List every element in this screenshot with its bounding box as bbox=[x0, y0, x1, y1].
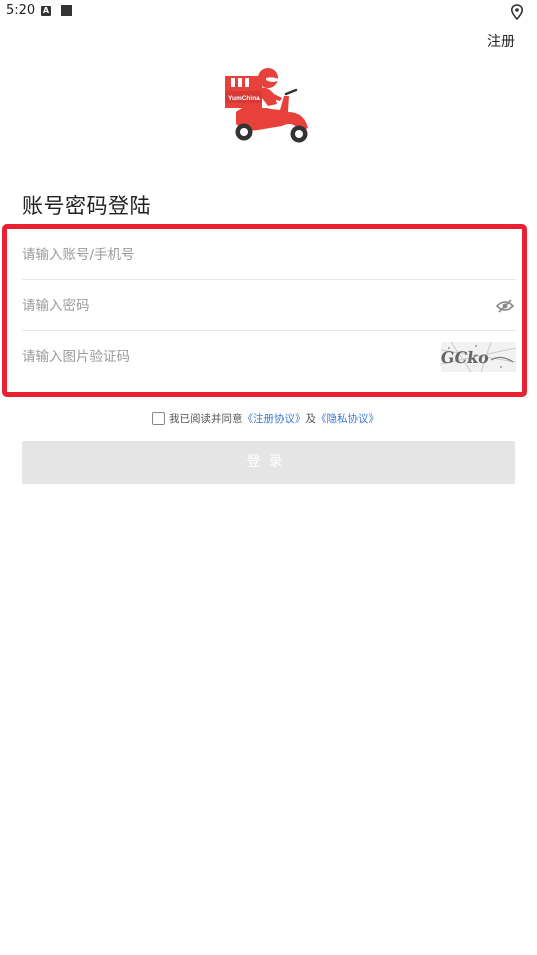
status-time: 5:20 bbox=[6, 3, 36, 18]
status-bar: 5:20 A bbox=[0, 0, 537, 24]
agree-checkbox[interactable] bbox=[152, 412, 165, 425]
agree-prefix: 我已阅读并同意 bbox=[169, 413, 243, 425]
privacy-agreement-link[interactable]: 《隐私协议》 bbox=[316, 413, 379, 425]
agree-and: 及 bbox=[305, 413, 317, 425]
captcha-field-row: GCko bbox=[22, 332, 516, 382]
register-agreement-link[interactable]: 《注册协议》 bbox=[243, 413, 306, 425]
login-button[interactable]: 登录 bbox=[22, 441, 515, 484]
register-link[interactable]: 注册 bbox=[487, 31, 515, 51]
account-field-row bbox=[22, 230, 516, 280]
agreement-text: 我已阅读并同意《注册协议》及《隐私协议》 bbox=[169, 411, 379, 426]
delivery-scooter-logo: YumChina bbox=[225, 68, 308, 143]
captcha-image[interactable]: GCko bbox=[441, 342, 516, 372]
captcha-text: GCko bbox=[441, 348, 491, 367]
location-icon bbox=[510, 4, 524, 20]
password-field-row bbox=[22, 281, 516, 331]
page-title: 账号密码登陆 bbox=[22, 194, 151, 218]
notification-icon: A bbox=[41, 6, 51, 16]
logo-brand-text: YumChina bbox=[228, 95, 260, 102]
password-input[interactable] bbox=[22, 281, 422, 331]
account-input[interactable] bbox=[22, 230, 422, 280]
captcha-input[interactable] bbox=[22, 332, 422, 382]
stop-icon bbox=[61, 5, 72, 16]
hide-password-icon[interactable] bbox=[496, 298, 514, 314]
notification-letter: A bbox=[42, 6, 50, 15]
